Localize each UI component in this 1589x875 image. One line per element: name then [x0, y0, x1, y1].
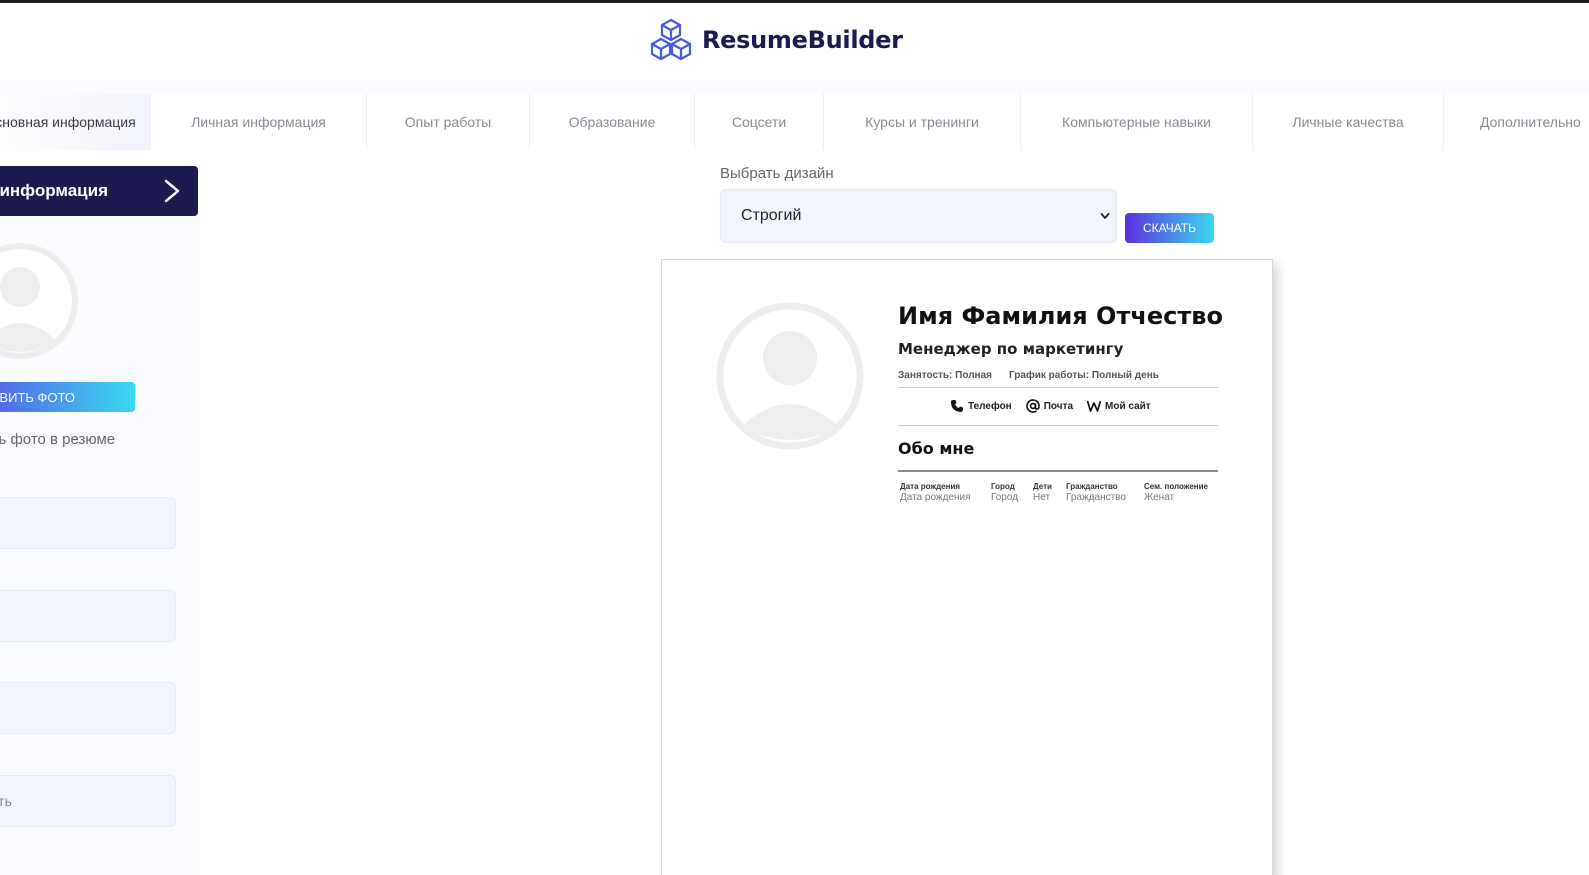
patronymic-field[interactable] — [0, 682, 176, 734]
cubes-logo-icon — [650, 18, 692, 61]
info-value: Дата рождения — [900, 492, 971, 503]
resume-schedule: График работы: Полный день — [1009, 370, 1159, 381]
tab-label: Дополнительно — [1480, 114, 1581, 130]
design-select[interactable]: Строгий — [720, 189, 1117, 243]
info-value: Нет — [1033, 492, 1051, 503]
tab-computer-skills[interactable]: Компьютерные навыки — [1021, 94, 1253, 150]
avatar-placeholder-icon — [0, 243, 78, 359]
resume-preview: Имя Фамилия Отчество Менеджер по маркети… — [661, 259, 1273, 875]
info-value: Гражданство — [1066, 492, 1126, 503]
info-marital: Сем. положение Женат — [1144, 482, 1208, 503]
info-citizenship: Гражданство Гражданство — [1066, 482, 1126, 503]
add-photo-label: ДОБАВИТЬ ФОТО — [0, 389, 75, 405]
photo-in-resume-checkbox[interactable]: Добавить фото в резюме — [0, 431, 115, 448]
info-header: Город — [991, 482, 1015, 491]
tab-label: Компьютерные навыки — [1062, 114, 1211, 130]
tab-personal-qualities[interactable]: Личные качества — [1253, 94, 1444, 150]
download-label: СКАЧАТЬ — [1143, 221, 1196, 235]
info-children: Дети Нет — [1033, 482, 1052, 503]
section-title: Основная информация — [0, 181, 108, 200]
tab-courses[interactable]: Курсы и тренинги — [824, 94, 1021, 150]
tab-basic-info[interactable]: Основная информация — [0, 94, 151, 150]
tab-label: Опыт работы — [404, 114, 492, 130]
info-value: Город — [991, 492, 1019, 503]
header: ResumeBuilder — [0, 3, 1589, 79]
surname-field[interactable] — [0, 590, 176, 642]
contact-site: Мой сайт — [1087, 400, 1151, 412]
email-label: Почта — [1043, 400, 1074, 412]
phone-label: Телефон — [968, 400, 1012, 412]
chevron-right-icon — [164, 179, 180, 203]
logo-text: ResumeBuilder — [702, 26, 903, 54]
tab-label: Личные качества — [1292, 114, 1404, 130]
divider — [898, 387, 1218, 388]
name-field[interactable] — [0, 497, 176, 549]
site-label: Мой сайт — [1105, 400, 1151, 412]
website-w-icon — [1087, 400, 1102, 412]
resume-name: Имя Фамилия Отчество — [898, 302, 1223, 330]
editor-sidebar: Основная информация ДОБАВИТЬ ФОТО Добави… — [0, 165, 200, 875]
tab-education[interactable]: Образование — [530, 94, 695, 150]
at-sign-icon — [1025, 399, 1040, 413]
resume-position: Менеджер по маркетингу — [898, 340, 1124, 358]
field-placeholder: Должность — [0, 793, 12, 809]
section-header[interactable]: Основная информация — [0, 166, 198, 216]
tab-additional[interactable]: Дополнительно — [1444, 94, 1589, 150]
tab-personal-info[interactable]: Личная информация — [151, 94, 367, 150]
tab-label: Курсы и тренинги — [865, 114, 979, 130]
tab-experience[interactable]: Опыт работы — [367, 94, 530, 150]
info-birthdate: Дата рождения Дата рождения — [900, 482, 971, 503]
resume-employment: Занятость: Полная — [898, 370, 992, 381]
design-selected-value: Строгий — [741, 207, 802, 224]
design-label: Выбрать дизайн — [720, 165, 834, 182]
info-value: Женат — [1144, 492, 1175, 503]
divider — [898, 425, 1218, 426]
tab-social[interactable]: Соцсети — [695, 94, 824, 150]
download-button[interactable]: СКАЧАТЬ — [1125, 213, 1214, 243]
resume-about-title: Обо мне — [898, 439, 975, 458]
phone-icon — [951, 400, 963, 412]
logo[interactable]: ResumeBuilder — [648, 17, 903, 63]
resume-avatar-icon — [716, 302, 864, 450]
checkbox-label: Добавить фото в резюме — [0, 431, 116, 448]
contact-phone: Телефон — [950, 399, 1012, 413]
info-header: Дата рождения — [900, 482, 961, 491]
info-header: Дети — [1033, 482, 1052, 491]
tab-label: Соцсети — [731, 114, 787, 130]
position-field[interactable]: Должность — [0, 775, 176, 827]
divider — [898, 470, 1218, 472]
tab-bar: Основная информация Личная информация Оп… — [0, 94, 1589, 150]
info-header: Сем. положение — [1144, 482, 1208, 491]
info-city: Город Город — [991, 482, 1018, 503]
tab-label: Личная информация — [191, 114, 326, 130]
resume-contacts: Телефон Почта Мой сайт — [950, 399, 1165, 413]
info-header: Гражданство — [1066, 482, 1118, 491]
contact-email: Почта — [1025, 399, 1074, 413]
chevron-down-icon — [1100, 213, 1110, 219]
tab-label: Основная информация — [0, 114, 136, 130]
tab-label: Образование — [568, 114, 656, 130]
add-photo-button[interactable]: ДОБАВИТЬ ФОТО — [0, 382, 135, 412]
